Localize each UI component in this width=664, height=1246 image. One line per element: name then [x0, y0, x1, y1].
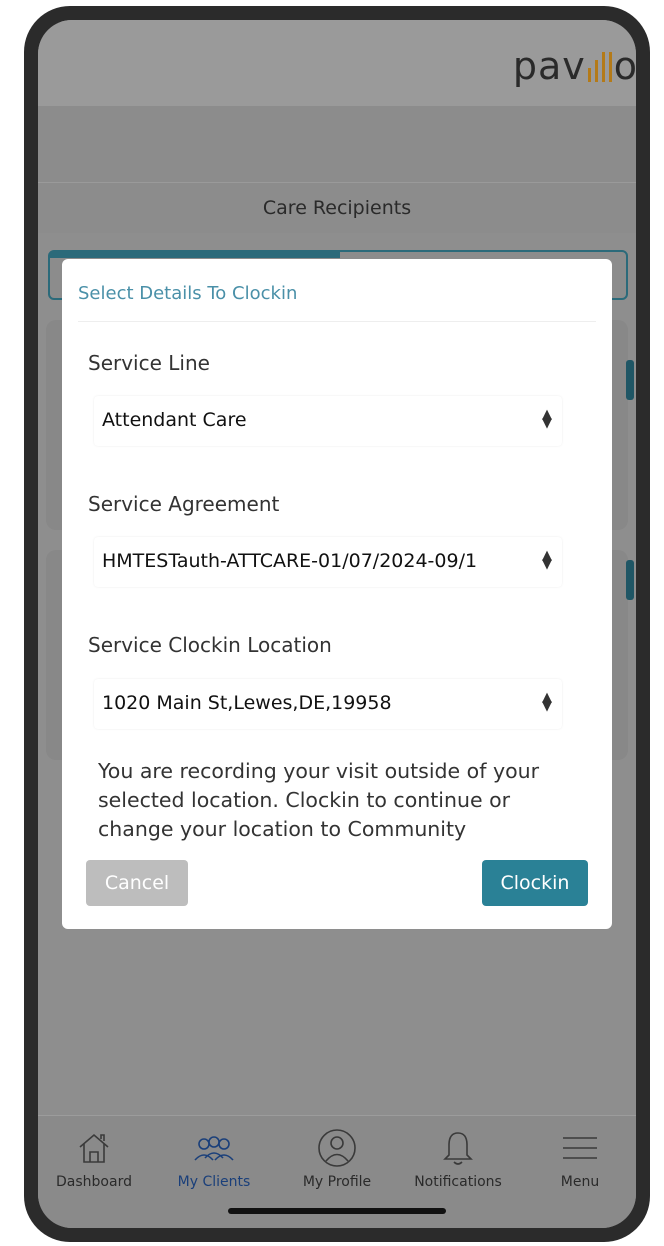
card-action-button[interactable] [626, 360, 634, 400]
screen: pav o Care Recipients Select Details To C… [38, 20, 636, 1228]
home-icon [79, 1133, 109, 1163]
card-action-button[interactable] [626, 560, 634, 600]
nav-label: Notifications [414, 1174, 502, 1190]
service-line-select[interactable]: Attendant Care ▲ ▼ [94, 396, 562, 446]
select-arrows-icon: ▲ ▼ [542, 407, 552, 431]
brand-logo: pav o [513, 44, 636, 91]
dialog-title: Select Details To Clockin [78, 283, 298, 304]
nav-label: Menu [560, 1174, 600, 1190]
service-agreement-value: HMTESTauth-ATTCARE-01/07/2024-09/1 [102, 550, 478, 572]
nav-my-profile[interactable]: My Profile [281, 1128, 393, 1190]
select-arrows-icon: ▲ ▼ [542, 690, 552, 714]
service-agreement-label: Service Agreement [88, 492, 280, 516]
nav-label: My Profile [302, 1174, 372, 1190]
clockin-location-label: Service Clockin Location [88, 633, 332, 657]
phone-frame: pav o Care Recipients Select Details To C… [24, 6, 650, 1242]
clients-icon [194, 1136, 234, 1161]
service-agreement-select[interactable]: HMTESTauth-ATTCARE-01/07/2024-09/1 ▲ ▼ [94, 537, 562, 587]
select-arrows-icon: ▲ ▼ [542, 548, 552, 572]
active-tab-indicator [50, 252, 340, 258]
nav-dashboard[interactable]: Dashboard [38, 1128, 150, 1190]
nav-menu[interactable]: Menu [524, 1128, 636, 1190]
service-line-label: Service Line [88, 351, 210, 375]
nav-label: My Clients [177, 1174, 251, 1190]
clockin-button[interactable]: Clockin [482, 860, 588, 906]
home-indicator[interactable] [228, 1208, 446, 1214]
profile-icon [318, 1129, 356, 1167]
nav-label: Dashboard [56, 1174, 132, 1190]
clockin-location-value: 1020 Main St,Lewes,DE,19958 [102, 692, 392, 714]
cancel-button[interactable]: Cancel [86, 860, 188, 906]
logo-bars-icon [586, 47, 614, 91]
location-warning: You are recording your visit outside of … [98, 759, 540, 841]
nav-notifications[interactable]: Notifications [402, 1128, 514, 1190]
clockin-location-select[interactable]: 1020 Main St,Lewes,DE,19958 ▲ ▼ [94, 679, 562, 729]
service-line-value: Attendant Care [102, 409, 247, 431]
bell-icon [443, 1132, 473, 1165]
app-header: pav o [38, 20, 636, 106]
clockin-dialog: Select Details To Clockin Service Line A… [62, 259, 612, 929]
page-title: Care Recipients [38, 183, 636, 233]
hamburger-icon [563, 1137, 597, 1159]
divider [78, 321, 596, 322]
sub-header [38, 106, 636, 183]
nav-my-clients[interactable]: My Clients [158, 1128, 270, 1190]
